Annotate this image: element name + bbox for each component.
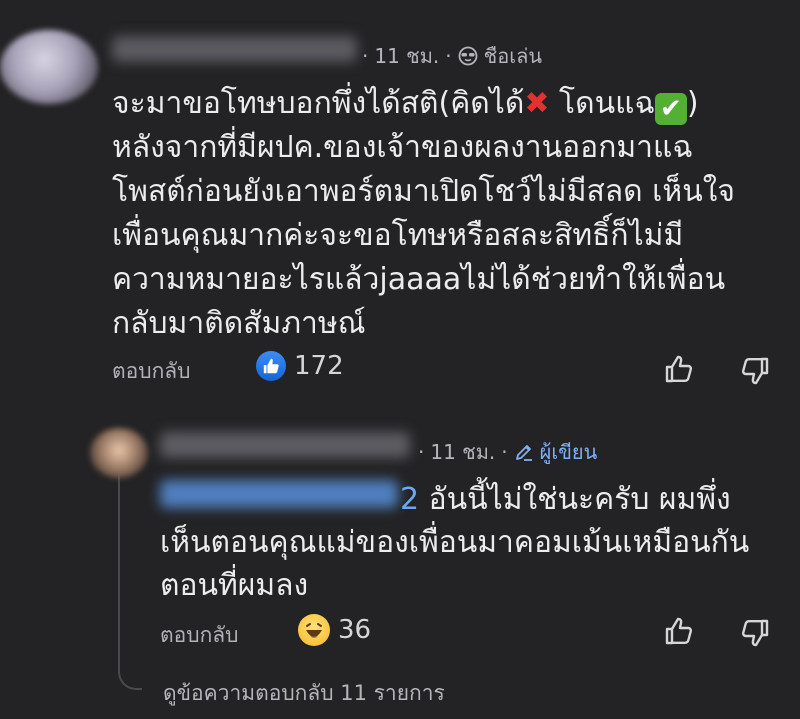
reaction-summary[interactable]: 36 (298, 614, 371, 646)
reaction-summary[interactable]: 172 (256, 351, 344, 381)
thumbs-down-icon[interactable] (738, 354, 772, 388)
thumbs-down-icon[interactable] (738, 616, 772, 650)
comment-line: จะมาขอโทษบอกพึ่งได้สติ(คิดได้✖ โดนแฉ ✔) (112, 86, 699, 125)
commenter-name-blurred[interactable] (112, 36, 357, 62)
reply-body: 2 อันนี้ไม่ใช่นะครับ ผมพึ่ง เห็นตอนคุณแม… (160, 478, 800, 607)
reply-line: เห็นตอนคุณแม่ของเพื่อนมาคอมเม้นเหมือนกัน (160, 525, 750, 560)
reaction-count: 36 (338, 615, 372, 645)
comment-meta: · 11 ชม. · ชือเล่น (362, 40, 542, 72)
comment-time[interactable]: 11 ชม. (374, 40, 439, 72)
meta-separator: · (445, 44, 452, 68)
view-more-replies-link[interactable]: ดูข้อความตอบกลับ 11 รายการ (163, 677, 445, 710)
cross-mark-icon: ✖ (524, 86, 550, 121)
meta-separator: · (362, 44, 369, 68)
like-reaction-icon (256, 351, 286, 381)
nickname-badge-label: ชือเล่น (483, 44, 542, 68)
avatar[interactable] (0, 30, 98, 104)
meta-separator: · (501, 440, 508, 464)
reply-line: ตอนที่ผมลง (160, 568, 309, 603)
reply-meta: · 11 ชม. · ผู้เขียน (418, 436, 597, 468)
comment-line: โพสต์ก่อนยังเอาพอร์ตมาเปิดโชว์ไม่มีสลด เ… (112, 174, 735, 209)
reply-time[interactable]: 11 ชม. (430, 436, 495, 468)
author-badge-label: ผู้เขียน (539, 440, 598, 464)
reaction-count: 172 (294, 351, 344, 381)
comment-line: กลับมาติดสัมภาษณ์ (112, 306, 366, 341)
thumbs-up-icon[interactable] (662, 614, 696, 648)
check-mark-icon: ✔ (654, 93, 687, 125)
thread-connector-line (118, 468, 142, 690)
reply-avatar[interactable] (90, 428, 148, 478)
pencil-icon (515, 445, 532, 461)
comment-line: หลังจากที่มีผปค.ของเจ้าของผลงานออกมาแฉ (112, 130, 693, 165)
reply-line: 2 อันนี้ไม่ใช่นะครับ ผมพึ่ง (400, 482, 731, 517)
sunglasses-icon (458, 46, 478, 66)
reply-author-name-blurred[interactable] (160, 432, 410, 458)
reply-button[interactable]: ตอบกลับ (112, 355, 191, 388)
reply-button[interactable]: ตอบกลับ (160, 619, 239, 652)
mention-link-tail[interactable]: 2 (400, 482, 419, 517)
comment-line: ความหมายอะไรแล้วjaaaaไม่ได้ช่วยทำให้เพื่… (112, 262, 726, 297)
thumbs-up-icon[interactable] (662, 352, 696, 386)
comment-line: เพื่อนคุณมากค่ะจะขอโทษหรือสละสิทธิ์ก็ไม่… (112, 218, 684, 253)
meta-separator: · (418, 440, 425, 464)
haha-reaction-icon (298, 614, 330, 646)
comment-body: จะมาขอโทษบอกพึ่งได้สติ(คิดได้✖ โดนแฉ ✔) ห… (112, 82, 792, 346)
